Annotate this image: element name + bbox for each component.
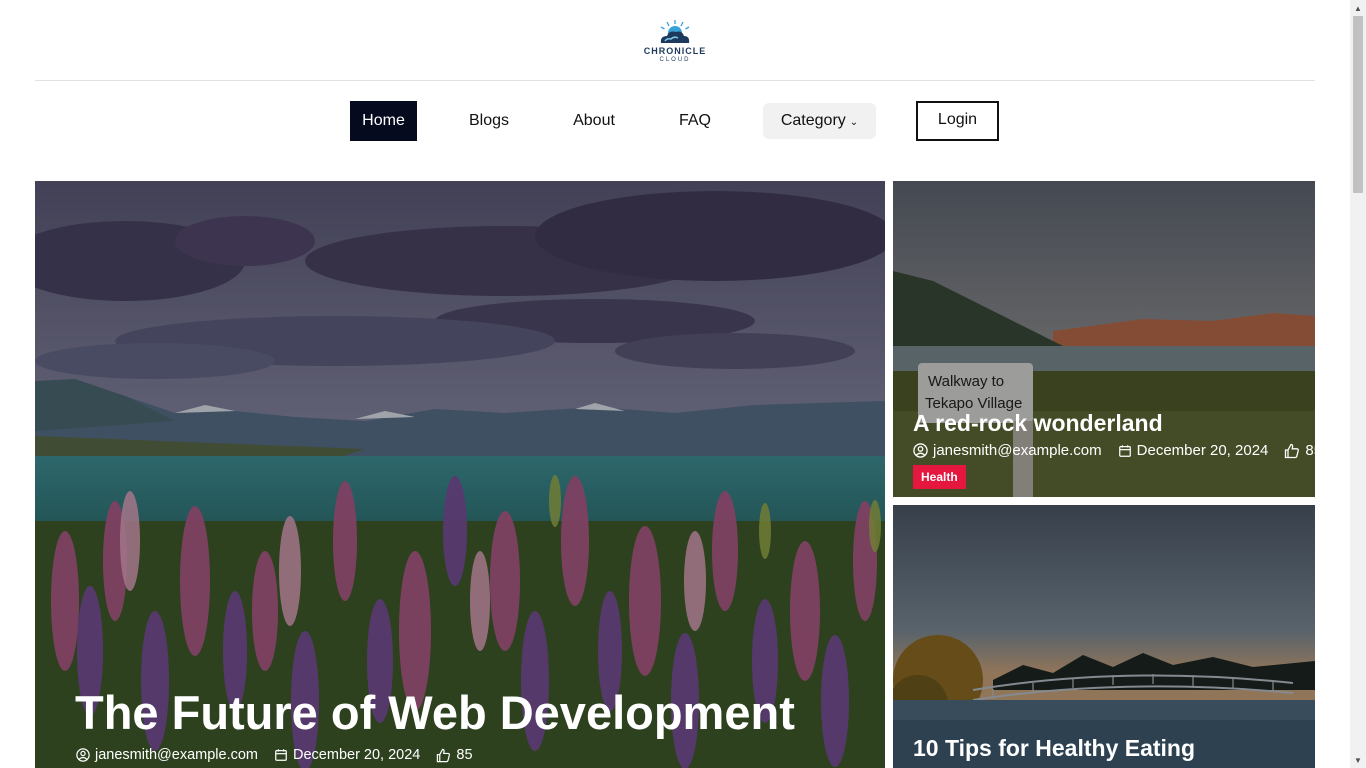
scroll-up-arrow-icon[interactable]: ▲	[1350, 0, 1366, 16]
page-scrollbar[interactable]: ▲ ▼	[1350, 0, 1366, 768]
site-logo[interactable]: CHRONICLE CLOUD	[644, 19, 707, 63]
side-post-card[interactable]: Walkway to Tekapo Village A red-rock won…	[893, 181, 1315, 497]
cloud-sun-logo-icon	[660, 20, 690, 43]
nav-faq[interactable]: FAQ	[672, 101, 718, 141]
nav-blogs[interactable]: Blogs	[462, 101, 516, 141]
image-overlay	[35, 181, 885, 768]
logo-tagline: CLOUD	[659, 57, 691, 63]
category-badge[interactable]: Health	[913, 465, 966, 489]
nav-category-dropdown[interactable]: Category ⌄	[763, 103, 876, 139]
post-likes[interactable]: 85	[436, 747, 473, 763]
thumbs-up-icon	[1285, 443, 1300, 458]
side-post-meta: janesmith@example.com December 20, 2024 …	[913, 442, 1315, 459]
main-nav: Home Blogs About FAQ Category ⌄ Login	[0, 101, 1350, 141]
side-post-title[interactable]: A red-rock wonderland	[913, 410, 1163, 437]
post-author: janesmith@example.com	[76, 747, 258, 763]
post-author: janesmith@example.com	[913, 442, 1102, 459]
chevron-down-icon: ⌄	[849, 117, 859, 128]
login-button[interactable]: Login	[916, 101, 999, 141]
featured-post-title[interactable]: The Future of Web Development	[75, 685, 795, 740]
post-likes-count: 85	[1305, 442, 1315, 459]
user-circle-icon	[913, 443, 928, 458]
post-author-email[interactable]: janesmith@example.com	[95, 747, 258, 763]
post-author-email[interactable]: janesmith@example.com	[933, 442, 1102, 459]
user-circle-icon	[76, 748, 90, 762]
side-post-title[interactable]: 10 Tips for Healthy Eating	[913, 735, 1195, 762]
logo-wordmark: CHRONICLE	[643, 46, 707, 56]
scrollbar-thumb[interactable]	[1353, 16, 1363, 193]
post-date: December 20, 2024	[274, 747, 420, 763]
nav-about[interactable]: About	[566, 101, 622, 141]
scroll-down-arrow-icon[interactable]: ▼	[1350, 752, 1366, 768]
post-date-text: December 20, 2024	[293, 747, 421, 763]
post-date: December 20, 2024	[1118, 442, 1269, 459]
post-date-text: December 20, 2024	[1136, 442, 1269, 459]
thumbs-up-icon	[437, 748, 451, 762]
featured-post-meta: janesmith@example.com December 20, 2024 …	[76, 747, 473, 763]
featured-post-card[interactable]: The Future of Web Development janesmith@…	[35, 181, 885, 768]
calendar-icon	[275, 749, 287, 761]
calendar-icon	[1118, 444, 1131, 457]
nav-category-label: Category	[780, 112, 846, 129]
side-post-card[interactable]: 10 Tips for Healthy Eating	[893, 505, 1315, 768]
nav-home[interactable]: Home	[350, 101, 417, 141]
post-likes-count: 85	[456, 747, 473, 763]
header-divider	[35, 80, 1315, 81]
image-overlay	[893, 505, 1315, 768]
site-header: CHRONICLE CLOUD	[0, 0, 1350, 80]
post-likes[interactable]: 85	[1284, 442, 1315, 459]
